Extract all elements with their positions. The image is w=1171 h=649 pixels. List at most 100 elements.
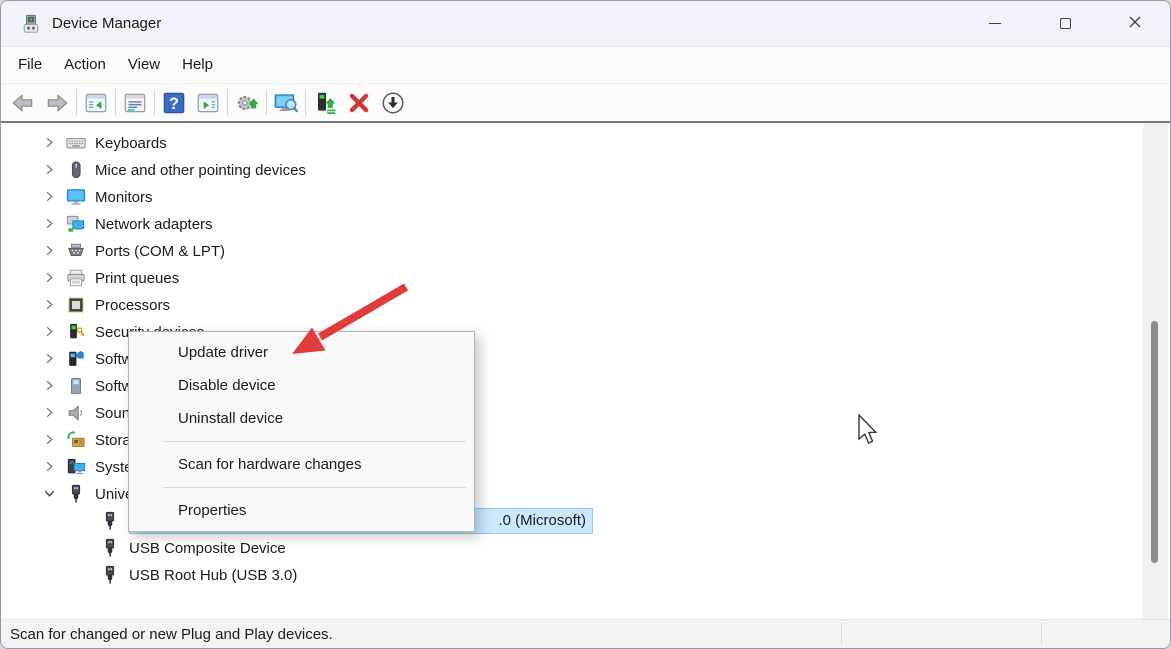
toolbar-separator [76, 89, 77, 116]
network-adapter-icon [65, 213, 87, 235]
chevron-right-icon[interactable] [39, 242, 59, 260]
update-driver-software-button[interactable] [230, 87, 264, 119]
chevron-right-icon[interactable] [39, 323, 59, 341]
tree-item-network-adapters[interactable]: Network adapters [1, 210, 1130, 237]
help-icon: ? [161, 90, 187, 116]
menu-file[interactable]: File [18, 54, 42, 75]
tree-item-usb-root-hub-usb-3-0[interactable]: USB Root Hub (USB 3.0) [1, 561, 1130, 588]
update-driver-button[interactable] [308, 87, 342, 119]
tree-item-label: Keyboards [95, 134, 167, 152]
chevron-right-icon[interactable] [39, 134, 59, 152]
tree-item-label: Processors [95, 296, 171, 314]
show-hide-console-tree-icon [83, 90, 109, 116]
tree-item-label: Monitors [95, 188, 153, 206]
tree-item-label: .0 (Microsoft) [498, 512, 586, 529]
action-pane-icon [195, 90, 221, 116]
menu-item-disable-device[interactable]: Disable device [129, 369, 474, 402]
scan-hardware-changes-icon [273, 90, 299, 116]
menu-separator [163, 441, 466, 442]
update-driver-software-icon [234, 90, 260, 116]
usb-icon [65, 483, 87, 505]
printer-icon [65, 267, 87, 289]
uninstall-device-button[interactable] [342, 87, 376, 119]
usb-icon [99, 510, 121, 532]
back-button[interactable] [6, 87, 40, 119]
menu-action[interactable]: Action [64, 54, 106, 75]
tree-item-label: USB Composite Device [129, 539, 286, 557]
tree-item-print-queues[interactable]: Print queues [1, 264, 1130, 291]
chevron-right-icon[interactable] [39, 431, 59, 449]
chevron-down-icon[interactable] [39, 485, 59, 503]
chevron-right-icon[interactable] [39, 296, 59, 314]
window-controls [960, 1, 1170, 46]
chevron-right-icon[interactable] [39, 188, 59, 206]
menu-separator [163, 487, 466, 488]
minimize-icon [989, 23, 1001, 24]
tree-item-monitors[interactable]: Monitors [1, 183, 1130, 210]
tree-item-keyboards[interactable]: Keyboards [1, 129, 1130, 156]
chevron-right-icon[interactable] [39, 161, 59, 179]
tree-item-mice-and-other-pointing-devices[interactable]: Mice and other pointing devices [1, 156, 1130, 183]
toolbar-separator [266, 89, 267, 116]
device-manager-window: Device Manager File Action View Help ? K… [0, 0, 1171, 649]
sound-icon [65, 402, 87, 424]
menu-item-scan-for-hardware-changes[interactable]: Scan for hardware changes [129, 448, 474, 481]
uninstall-device-icon [346, 90, 372, 116]
close-icon [1128, 15, 1142, 32]
chevron-right-icon[interactable] [39, 269, 59, 287]
help-button[interactable]: ? [157, 87, 191, 119]
tree-item-label: Network adapters [95, 215, 213, 233]
tree-item-label: Ports (COM & LPT) [95, 242, 226, 260]
show-hide-console-tree-button[interactable] [79, 87, 113, 119]
status-bar: Scan for changed or new Plug and Play de… [1, 619, 1170, 648]
close-button[interactable] [1100, 1, 1170, 46]
status-text: Scan for changed or new Plug and Play de… [10, 625, 333, 643]
tree-item-ports-com-lpt[interactable]: Ports (COM & LPT) [1, 237, 1130, 264]
menu-item-update-driver[interactable]: Update driver [129, 336, 474, 369]
forward-button[interactable] [40, 87, 74, 119]
monitor-icon [65, 186, 87, 208]
toolbar-separator [115, 89, 116, 116]
tree-item-processors[interactable]: Processors [1, 291, 1130, 318]
scan-hardware-changes-button[interactable] [269, 87, 303, 119]
chevron-right-icon[interactable] [39, 458, 59, 476]
usb-icon [99, 564, 121, 586]
toolbar: ? [1, 83, 1170, 121]
menu-bar: File Action View Help [1, 46, 1170, 82]
tree-item-label: USB Root Hub (USB 3.0) [129, 566, 298, 584]
storage-controller-icon [65, 429, 87, 451]
menu-item-uninstall-device[interactable]: Uninstall device [129, 402, 474, 435]
usb-icon [99, 537, 121, 559]
update-driver-icon [312, 90, 338, 116]
maximize-button[interactable] [1030, 1, 1100, 46]
statusbar-divider [1041, 623, 1042, 645]
tree-item-usb-composite-device[interactable]: USB Composite Device [1, 534, 1130, 561]
software-component-icon [65, 348, 87, 370]
system-device-icon [65, 456, 87, 478]
disable-device-button[interactable] [376, 87, 410, 119]
action-pane-button[interactable] [191, 87, 225, 119]
software-device-icon [65, 375, 87, 397]
properties-button[interactable] [118, 87, 152, 119]
minimize-button[interactable] [960, 1, 1030, 46]
chevron-right-icon[interactable] [39, 350, 59, 368]
chevron-right-icon[interactable] [39, 404, 59, 422]
toolbar-separator [305, 89, 306, 116]
scrollbar-thumb[interactable] [1151, 321, 1158, 563]
menu-view[interactable]: View [128, 54, 160, 75]
device-manager-icon [21, 14, 41, 34]
keyboard-icon [65, 132, 87, 154]
security-device-icon [65, 321, 87, 343]
tree-item-label: Print queues [95, 269, 180, 287]
chevron-right-icon[interactable] [39, 377, 59, 395]
vertical-scrollbar[interactable] [1143, 123, 1168, 619]
context-menu: Update driver Disable device Uninstall dev… [128, 331, 475, 532]
menu-item-properties[interactable]: Properties [129, 494, 474, 527]
chevron-right-icon[interactable] [39, 215, 59, 233]
menu-help[interactable]: Help [182, 54, 213, 75]
window-title: Device Manager [52, 15, 162, 32]
statusbar-divider [841, 623, 842, 645]
